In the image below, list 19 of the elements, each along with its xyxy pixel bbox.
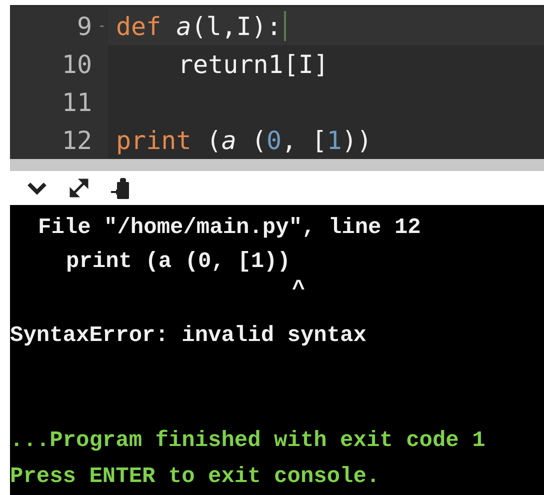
line-number: 11 (62, 88, 93, 116)
console-line: print (a (0, [1)) (65, 248, 292, 276)
clipboard-icon[interactable] (110, 176, 130, 200)
line-number: 9 (76, 12, 93, 40)
console-line: SyntaxError: invalid syntax (10, 322, 368, 350)
console-line: File "/home/main.py", line 12 (37, 214, 422, 242)
line-number: 12 (62, 126, 93, 154)
expand-icon[interactable] (68, 176, 90, 199)
code-line: return1[I] (178, 50, 329, 78)
console-line: ...Program finished with exit code 1 (10, 427, 486, 455)
code-line: def a(l,I): (116, 12, 282, 40)
console-line: ^ (291, 279, 306, 301)
chevron-down-icon[interactable] (26, 180, 48, 196)
scrollbar[interactable] (10, 159, 544, 170)
code-line: print (a (0, [1)) (116, 126, 372, 154)
fold-marker[interactable]: - (98, 18, 106, 34)
line-number: 10 (62, 50, 93, 78)
code-editor[interactable]: 9 - def a(l,I): 10 return1[I] 11 12 print (a (0, [1)) (10, 5, 544, 159)
console-line: Press ENTER to exit console. (10, 463, 381, 491)
